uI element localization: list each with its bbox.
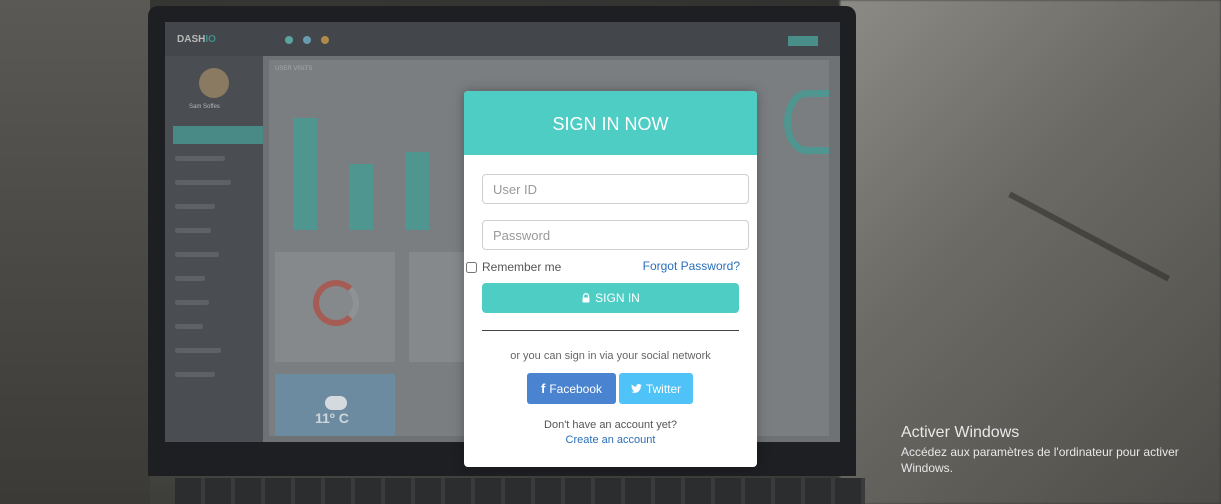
- twitter-button[interactable]: Twitter: [619, 373, 693, 404]
- laptop-keyboard: [175, 478, 865, 504]
- dashboard-avatar: [199, 68, 229, 98]
- dashboard-logo: DASHIO: [177, 34, 216, 45]
- cloud-icon: [325, 396, 347, 410]
- signin-modal: SIGN IN NOW Remember me Forgot Password?…: [464, 91, 757, 467]
- dashboard-sidebar: Sam Soffes: [165, 56, 263, 442]
- dashboard-logo-part-b: IO: [205, 34, 216, 45]
- topbar-dot-icon: [285, 36, 293, 44]
- topbar-logout-button: [788, 36, 818, 46]
- signin-button-label: SIGN IN: [595, 291, 640, 305]
- sidebar-row: [175, 252, 219, 257]
- remember-me-label: Remember me: [482, 260, 562, 274]
- divider: [482, 330, 739, 331]
- sidebar-row: [175, 324, 203, 329]
- sidebar-row: [175, 228, 211, 233]
- remember-me[interactable]: Remember me: [464, 260, 561, 274]
- lock-icon: [582, 293, 590, 303]
- sidebar-row: [175, 300, 209, 305]
- chart-bar: [405, 152, 429, 230]
- dashboard-logo-part-a: DASH: [177, 34, 206, 45]
- topbar-dot-icon: [321, 36, 329, 44]
- create-account-link[interactable]: Create an account: [464, 434, 757, 446]
- weather-card: 11º C: [275, 374, 395, 436]
- twitter-button-label: Twitter: [645, 381, 682, 396]
- sidebar-row: [175, 156, 225, 161]
- sidebar-row: [175, 204, 215, 209]
- forgot-password-link[interactable]: Forgot Password?: [643, 259, 740, 273]
- weather-temp: 11º C: [315, 410, 349, 426]
- signin-button[interactable]: SIGN IN: [482, 283, 739, 313]
- password-input[interactable]: [482, 220, 749, 250]
- chart-bar: [293, 118, 317, 230]
- dashboard-chart-title: USER VISITS: [275, 66, 313, 72]
- windows-activation-title: Activer Windows: [901, 424, 1020, 441]
- topbar-dot-icon: [303, 36, 311, 44]
- windows-activation-subtitle: Accédez aux paramètres de l'ordinateur p…: [901, 445, 1179, 475]
- facebook-button-label: Facebook: [549, 381, 603, 396]
- remember-me-checkbox[interactable]: [466, 261, 477, 273]
- facebook-icon: f: [540, 381, 546, 396]
- dashboard-ring-chart: [784, 90, 829, 154]
- sidebar-row: [175, 180, 231, 185]
- dashboard-user-name: Sam Soffes: [189, 104, 220, 110]
- sidebar-row: [175, 348, 221, 353]
- no-account-text: Don't have an account yet?: [544, 419, 677, 431]
- sidebar-row: [175, 276, 205, 281]
- dashboard-ring-chart: [313, 280, 359, 326]
- twitter-icon: [630, 384, 642, 393]
- dashboard-topbar: DASHIO: [165, 22, 840, 56]
- sidebar-active-item: [173, 126, 263, 144]
- background-wall-left: [0, 0, 150, 504]
- chart-bar: [349, 164, 373, 230]
- modal-title: SIGN IN NOW: [464, 91, 757, 155]
- sidebar-row: [175, 372, 215, 377]
- dashboard-card: [275, 252, 395, 362]
- social-signin-text: or you can sign in via your social netwo…: [510, 350, 711, 362]
- user-id-input[interactable]: [482, 174, 749, 204]
- dashboard-card: [409, 252, 469, 362]
- facebook-button[interactable]: f Facebook: [527, 373, 616, 404]
- windows-activation-notice: Activer Windows Accédez aux paramètres d…: [901, 424, 1201, 476]
